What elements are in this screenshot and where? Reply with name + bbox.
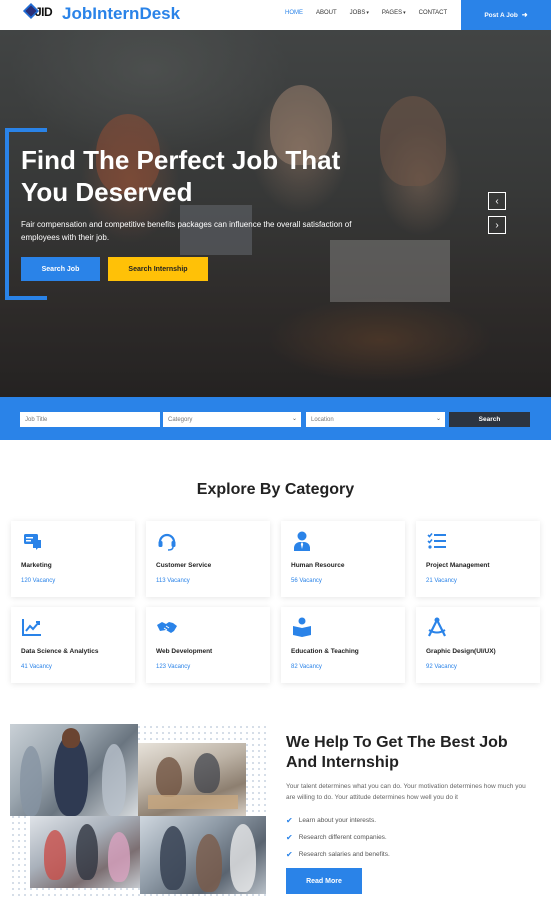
chevron-down-icon: ⌄: [291, 416, 297, 422]
category-name: Data Science & Analytics: [21, 648, 99, 655]
main-nav: HOME ABOUT JOBS ▾ PAGES ▾ CONTACT: [285, 10, 460, 16]
category-name: Project Management: [426, 562, 490, 569]
category-count: 21 Vacancy: [426, 578, 457, 584]
post-job-button[interactable]: Post A Job ➜: [461, 0, 551, 30]
category-card-marketing[interactable]: Marketing 120 Vacancy: [11, 521, 135, 597]
list-item: ✔ Learn about your interests.: [286, 816, 377, 825]
team-photo: [140, 816, 266, 894]
category-name: Human Resource: [291, 562, 345, 569]
chevron-left-icon[interactable]: ‹: [488, 192, 506, 210]
category-card-graphic-design[interactable]: Graphic Design(UI/UX) 92 Vacancy: [416, 607, 540, 683]
category-name: Customer Service: [156, 562, 212, 569]
team-photo: [30, 816, 140, 888]
category-count: 120 Vacancy: [21, 578, 56, 584]
category-name: Marketing: [21, 562, 52, 569]
arrow-right-icon: ➜: [521, 12, 528, 19]
hero-title: Find The Perfect Job That You Deserved: [21, 145, 341, 207]
book-reader-icon: [293, 617, 311, 637]
category-card-human-resource[interactable]: Human Resource 56 Vacancy: [281, 521, 405, 597]
task-list-icon: [427, 532, 446, 549]
benefit-checklist: ✔ Learn about your interests. ✔ Research d…: [286, 812, 390, 863]
read-more-button[interactable]: Read More: [286, 868, 362, 894]
category-select[interactable]: Category ⌄: [163, 412, 301, 427]
category-card-education[interactable]: Education & Teaching 82 Vacancy: [281, 607, 405, 683]
check-icon: ✔: [286, 850, 293, 859]
site-header: JID JobInternDesk HOME ABOUT JOBS ▾ PAGES…: [0, 0, 551, 30]
category-card-data-science[interactable]: Data Science & Analytics 41 Vacancy: [11, 607, 135, 683]
about-description: Your talent determines what you can do. …: [286, 783, 526, 801]
search-internship-button[interactable]: Search Internship: [108, 257, 208, 281]
search-button[interactable]: Search: [449, 412, 530, 427]
category-name: Graphic Design(UI/UX): [426, 648, 496, 655]
location-select[interactable]: Location ⌄: [306, 412, 445, 427]
drafting-compass-icon: [428, 617, 446, 637]
about-title: We Help To Get The Best Job And Internsh…: [286, 734, 508, 771]
check-icon: ✔: [286, 833, 293, 842]
marketing-icon: [24, 534, 41, 550]
chevron-down-icon: ▾: [366, 10, 369, 16]
category-section-title: Explore By Category: [196, 481, 355, 498]
nav-about[interactable]: ABOUT: [316, 10, 337, 16]
list-item: ✔ Research salaries and benefits.: [286, 850, 390, 859]
search-job-button[interactable]: Search Job: [21, 257, 100, 281]
category-card-web-development[interactable]: Web Development 123 Vacancy: [146, 607, 270, 683]
check-icon: ✔: [286, 816, 293, 825]
nav-jobs[interactable]: JOBS ▾: [350, 10, 369, 16]
category-count: 41 Vacancy: [21, 664, 52, 670]
job-title-input[interactable]: Job Title: [20, 412, 160, 427]
category-name: Web Development: [156, 648, 213, 655]
hero-banner: Find The Perfect Job That You Deserved F…: [0, 30, 551, 397]
user-tie-icon: [294, 531, 310, 551]
job-search-bar: Job Title Category ⌄ Location ⌄ Search: [0, 397, 551, 440]
chart-line-icon: [22, 619, 41, 636]
nav-pages[interactable]: PAGES ▾: [382, 10, 406, 16]
category-card-project-management[interactable]: Project Management 21 Vacancy: [416, 521, 540, 597]
logo-mark-icon: JID: [22, 3, 58, 25]
handshake-icon: [157, 622, 177, 633]
nav-contact[interactable]: CONTACT: [419, 10, 448, 16]
hero-description: Fair compensation and competitive benefi…: [21, 220, 352, 242]
nav-home[interactable]: HOME: [285, 10, 303, 16]
chevron-down-icon: ⌄: [435, 416, 441, 422]
chevron-right-icon[interactable]: ›: [488, 216, 506, 234]
category-count: 92 Vacancy: [426, 664, 457, 670]
list-item: ✔ Research different companies.: [286, 833, 387, 842]
category-count: 56 Vacancy: [291, 578, 322, 584]
chevron-down-icon: ▾: [403, 10, 406, 16]
category-count: 82 Vacancy: [291, 664, 322, 670]
category-count: 113 Vacancy: [156, 578, 190, 584]
logo-text: JobInternDesk: [62, 4, 181, 23]
category-card-customer-service[interactable]: Customer Service 113 Vacancy: [146, 521, 270, 597]
category-count: 123 Vacancy: [156, 664, 191, 670]
team-photo: [138, 743, 246, 816]
team-photo: [10, 724, 138, 816]
category-name: Education & Teaching: [291, 648, 359, 655]
logo[interactable]: JID JobInternDesk: [22, 3, 180, 25]
headset-icon: [158, 533, 176, 551]
